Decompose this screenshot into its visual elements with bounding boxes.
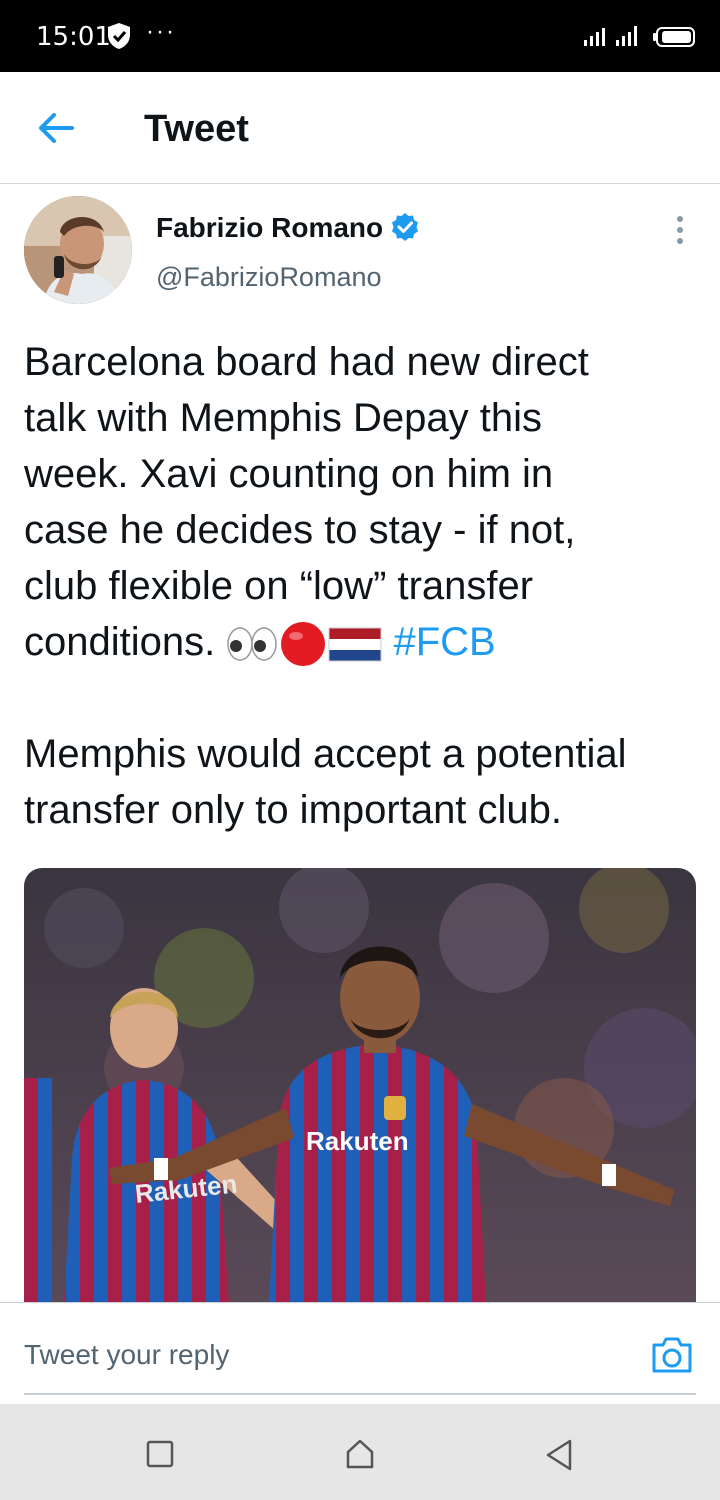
tweet-line: talk with Memphis Depay this: [24, 396, 542, 440]
recent-apps-icon[interactable]: [146, 1440, 174, 1468]
tweet-last-line: conditions. #FCB: [24, 614, 704, 670]
page-title: Tweet: [144, 108, 249, 150]
tweet-line: week. Xavi counting on him in: [24, 452, 554, 496]
reply-input[interactable]: Tweet your reply: [24, 1339, 229, 1371]
tweet-line: Memphis would accept a potential: [24, 732, 627, 776]
avatar-photo: [24, 196, 132, 304]
red-circle-emoji-icon: [281, 622, 326, 667]
tweet-line: case he decides to stay - if not,: [24, 508, 576, 552]
shield-check-icon: [108, 23, 130, 49]
tweet-line: Barcelona board had new direct: [24, 340, 589, 384]
football-celebration-image: Rakuten Rakuten: [24, 868, 696, 1304]
avatar[interactable]: [24, 196, 132, 304]
header: Tweet: [0, 72, 720, 184]
home-icon[interactable]: [344, 1438, 376, 1470]
camera-icon[interactable]: [650, 1335, 694, 1375]
netherlands-flag-emoji-icon: [328, 627, 382, 662]
verified-badge-icon: [392, 213, 418, 241]
system-nav-bar: [0, 1404, 720, 1500]
author-name[interactable]: Fabrizio Romano: [156, 212, 383, 244]
signal-icon: [584, 26, 637, 46]
tweet-line: club flexible on “low” transfer: [24, 564, 534, 608]
tweet-text: Barcelona board had new direct talk with…: [24, 334, 704, 838]
reply-underline: [24, 1393, 696, 1395]
hashtag-link[interactable]: #FCB: [393, 620, 495, 664]
more-options-icon[interactable]: [666, 212, 694, 248]
tweet-line: transfer only to important club.: [24, 788, 563, 832]
main-shirt-text: Rakuten: [306, 1126, 409, 1156]
tweet-line-text: conditions.: [24, 620, 216, 664]
nav-back-icon[interactable]: [544, 1438, 574, 1472]
status-bar: 15:01 ···: [0, 0, 720, 72]
eyes-emoji-icon: [227, 627, 278, 662]
back-arrow-icon[interactable]: [34, 106, 78, 150]
author-handle[interactable]: @FabrizioRomano: [156, 262, 382, 293]
reply-bar: Tweet your reply: [0, 1302, 720, 1404]
notification-dots: ···: [146, 18, 176, 45]
tweet-photo[interactable]: Rakuten Rakuten: [24, 868, 696, 1304]
battery-icon: [653, 27, 695, 47]
status-time: 15:01: [36, 22, 111, 52]
